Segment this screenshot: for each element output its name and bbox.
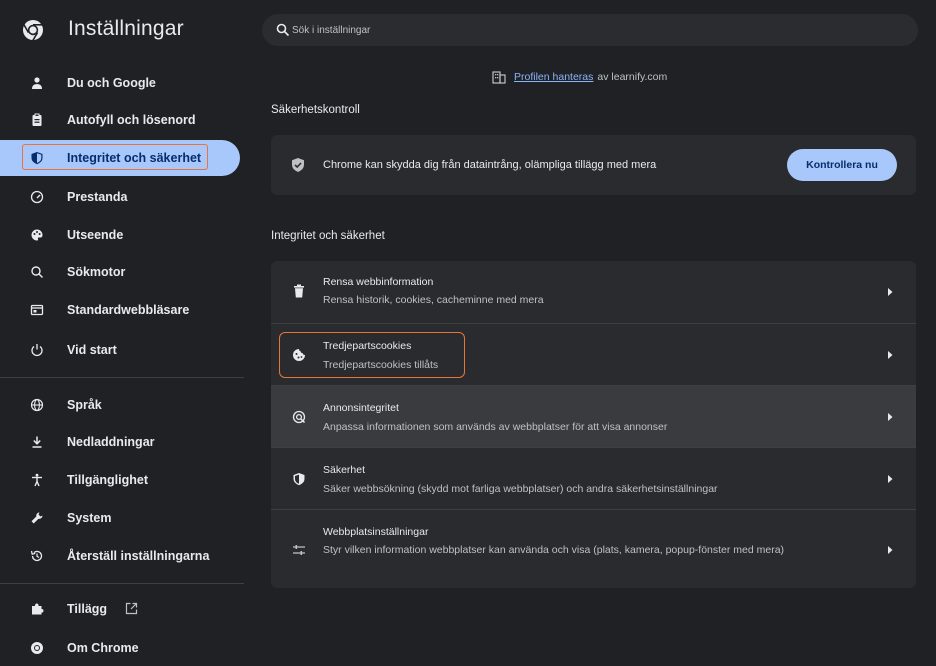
- external-link-icon: [125, 602, 138, 615]
- chevron-right-icon: [888, 475, 893, 483]
- browser-icon: [29, 302, 45, 318]
- sidebar-item-label: Om Chrome: [67, 641, 139, 655]
- sliders-icon: [291, 542, 307, 558]
- header: Inställningar: [0, 0, 936, 62]
- sidebar-item-standardwebblasare[interactable]: Standardwebbläsare: [0, 292, 240, 328]
- search-icon: [276, 23, 290, 37]
- sidebar-item-prestanda[interactable]: Prestanda: [0, 179, 240, 215]
- managed-by-text: av learnify.com: [597, 71, 668, 83]
- sidebar-item-utseende[interactable]: Utseende: [0, 217, 240, 253]
- sidebar-item-label: Återställ inställningarna: [67, 549, 210, 563]
- shield-icon: [29, 150, 45, 166]
- managed-profile-link[interactable]: Profilen hanteras: [514, 71, 593, 83]
- chevron-right-icon: [888, 288, 893, 296]
- safety-check-text: Chrome kan skydda dig från dataintrång, …: [323, 159, 657, 171]
- shield-check-icon: [292, 158, 304, 172]
- sidebar-item-label: Språk: [67, 398, 102, 412]
- row-subtitle: Styr vilken information webbplatser kan …: [323, 544, 785, 556]
- search-icon: [29, 264, 45, 280]
- restore-icon: [29, 548, 45, 564]
- sidebar-item-aterstall[interactable]: Återställ inställningarna: [0, 538, 240, 574]
- globe-icon: [29, 397, 45, 413]
- row-third-party-cookies[interactable]: Tredjepartscookies Tredjepartscookies ti…: [271, 323, 916, 385]
- power-icon: [29, 342, 45, 358]
- row-title: Annonsintegritet: [323, 402, 399, 414]
- sidebar-divider: [0, 377, 244, 378]
- clipboard-icon: [29, 112, 45, 128]
- chevron-right-icon: [888, 546, 893, 554]
- row-title: Rensa webbinformation: [323, 276, 434, 288]
- sidebar-divider: [0, 583, 244, 584]
- chevron-right-icon: [888, 413, 893, 421]
- row-subtitle: Tredjepartscookies tillåts: [323, 359, 439, 371]
- search-bar[interactable]: [262, 14, 918, 46]
- safety-check-card: Chrome kan skydda dig från dataintrång, …: [271, 135, 916, 195]
- trash-icon: [291, 283, 307, 299]
- sidebar-item-label: Nedladdningar: [67, 435, 155, 449]
- sidebar-item-system[interactable]: System: [0, 500, 240, 536]
- sidebar-item-label: Integritet och säkerhet: [67, 151, 202, 165]
- page-title: Inställningar: [68, 17, 184, 40]
- cookie-icon: [291, 347, 307, 363]
- sidebar-item-label: Utseende: [67, 228, 124, 242]
- sidebar-item-tillganglighet[interactable]: Tillgänglighet: [0, 462, 240, 498]
- accessibility-icon: [29, 472, 45, 488]
- ad-privacy-icon: [291, 409, 307, 425]
- row-subtitle: Rensa historik, cookies, cacheminne med …: [323, 294, 544, 306]
- sidebar: Du och Google Autofyll och lösenord Inte…: [0, 62, 250, 666]
- row-site-settings[interactable]: Webbplatsinställningar Styr vilken infor…: [271, 509, 916, 588]
- sidebar-item-du-och-google[interactable]: Du och Google: [0, 65, 240, 101]
- row-security[interactable]: Säkerhet Säker webbsökning (skydd mot fa…: [271, 447, 916, 509]
- sidebar-item-tillagg[interactable]: Tillägg: [0, 591, 240, 627]
- row-title: Webbplatsinställningar: [323, 526, 429, 538]
- person-icon: [29, 75, 45, 91]
- palette-icon: [29, 227, 45, 243]
- sidebar-item-nedladdningar[interactable]: Nedladdningar: [0, 424, 240, 460]
- building-icon: [492, 70, 506, 84]
- check-now-button[interactable]: Kontrollera nu: [787, 149, 897, 181]
- sidebar-item-sokmotor[interactable]: Sökmotor: [0, 254, 240, 290]
- sidebar-item-vid-start[interactable]: Vid start: [0, 332, 240, 368]
- puzzle-icon: [29, 601, 45, 617]
- sidebar-item-integritet[interactable]: Integritet och säkerhet: [0, 140, 240, 176]
- sidebar-item-autofyll[interactable]: Autofyll och lösenord: [0, 102, 240, 138]
- section-title-safety-check: Säkerhetskontroll: [271, 104, 360, 116]
- row-subtitle: Anpassa informationen som används av web…: [323, 421, 668, 433]
- managed-profile-notice: Profilen hanteras av learnify.com: [492, 68, 667, 86]
- row-subtitle: Säker webbsökning (skydd mot farliga web…: [323, 483, 718, 495]
- chrome-logo-icon: [23, 20, 43, 41]
- wrench-icon: [29, 510, 45, 526]
- privacy-card: Rensa webbinformation Rensa historik, co…: [271, 261, 916, 588]
- speedometer-icon: [29, 189, 45, 205]
- sidebar-item-label: System: [67, 511, 112, 525]
- sidebar-item-label: Sökmotor: [67, 265, 126, 279]
- search-input[interactable]: [292, 19, 892, 41]
- download-icon: [29, 434, 45, 450]
- row-title: Tredjepartscookies: [323, 340, 412, 352]
- row-ad-privacy[interactable]: Annonsintegritet Anpassa informationen s…: [271, 385, 916, 447]
- sidebar-item-sprak[interactable]: Språk: [0, 387, 240, 423]
- sidebar-item-label: Prestanda: [67, 190, 128, 204]
- sidebar-item-label: Vid start: [67, 343, 117, 357]
- sidebar-item-om-chrome[interactable]: Om Chrome: [0, 630, 240, 666]
- sidebar-item-label: Autofyll och lösenord: [67, 113, 196, 127]
- sidebar-item-label: Standardwebbläsare: [67, 303, 190, 317]
- sidebar-item-label: Tillägg: [67, 602, 108, 616]
- row-clear-browsing-data[interactable]: Rensa webbinformation Rensa historik, co…: [271, 261, 916, 323]
- chrome-icon: [29, 640, 45, 656]
- shield-icon: [291, 471, 307, 487]
- row-title: Säkerhet: [323, 464, 366, 476]
- section-title-privacy: Integritet och säkerhet: [271, 230, 385, 242]
- chevron-right-icon: [888, 351, 893, 359]
- sidebar-item-label: Tillgänglighet: [67, 473, 149, 487]
- sidebar-item-label: Du och Google: [67, 76, 156, 90]
